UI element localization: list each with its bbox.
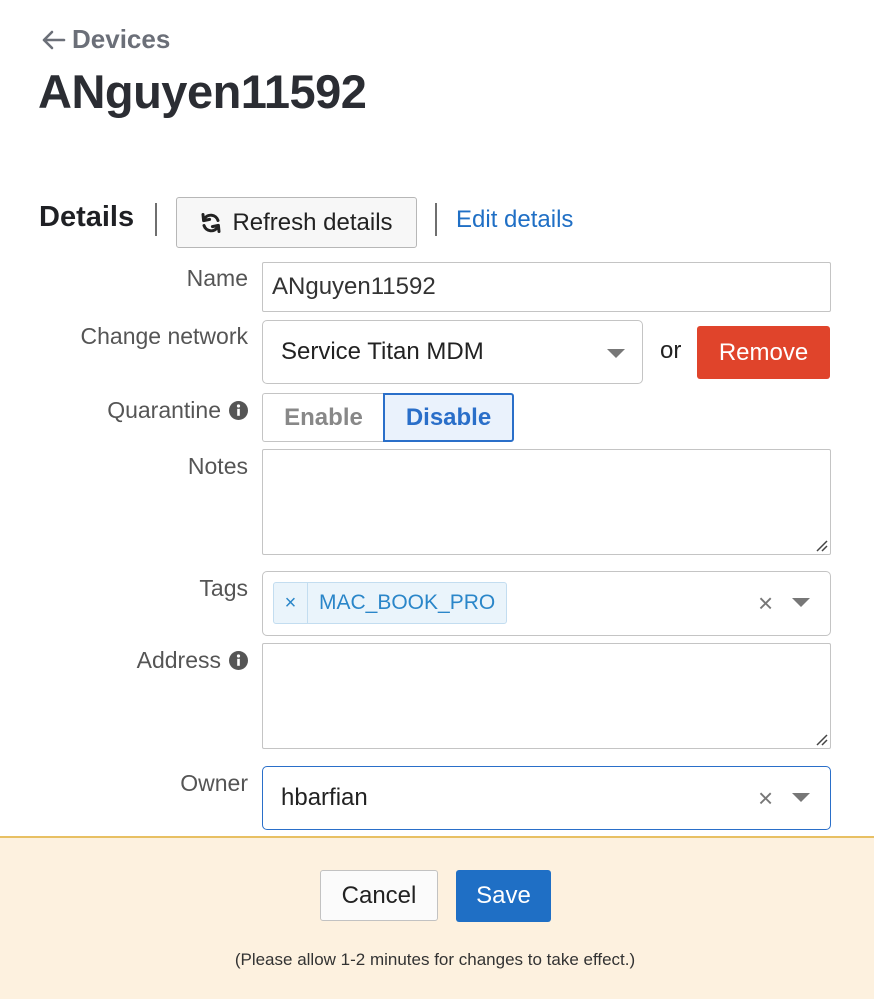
tag-remove-icon[interactable]: × [274, 583, 308, 623]
owner-label: Owner [180, 770, 248, 797]
quarantine-label-text: Quarantine [107, 397, 221, 423]
caret-down-icon[interactable] [792, 598, 810, 607]
remove-network-button[interactable]: Remove [697, 326, 830, 379]
address-label: Address [137, 647, 248, 674]
tag-chip: × MAC_BOOK_PRO [273, 582, 508, 624]
refresh-details-label: Refresh details [232, 208, 393, 236]
name-label: Name [187, 265, 248, 292]
network-select-value: Service Titan MDM [281, 338, 484, 365]
details-section-title: Details [39, 201, 135, 233]
owner-select[interactable]: hbarfian × [262, 766, 831, 830]
form-footer: Cancel Save (Please allow 1-2 minutes fo… [0, 836, 874, 999]
edit-details-link[interactable]: Edit details [456, 206, 573, 234]
quarantine-enable-button[interactable]: Enable [262, 393, 384, 442]
caret-down-icon[interactable] [792, 793, 810, 802]
page-title: ANguyen11592 [38, 65, 367, 118]
resize-grip-icon[interactable] [814, 732, 828, 746]
refresh-icon [201, 212, 221, 233]
tags-label: Tags [199, 575, 248, 602]
owner-select-value: hbarfian [281, 784, 368, 811]
name-label-text: Name [186, 265, 248, 291]
refresh-details-button[interactable]: Refresh details [176, 197, 417, 248]
or-text: or [660, 337, 682, 364]
network-select[interactable]: Service Titan MDM [262, 320, 643, 384]
quarantine-disable-button[interactable]: Disable [383, 393, 514, 442]
arrow-left-icon [42, 30, 66, 49]
owner-label-text: Owner [180, 770, 248, 796]
notes-textarea[interactable] [262, 449, 831, 555]
clear-owner-icon[interactable]: × [758, 785, 773, 811]
notes-label: Notes [188, 453, 248, 480]
divider [435, 203, 437, 236]
cancel-button[interactable]: Cancel [320, 870, 438, 921]
divider [155, 203, 157, 236]
back-to-devices-link[interactable]: Devices [40, 24, 170, 55]
notes-label-text: Notes [187, 453, 248, 479]
tag-label: MAC_BOOK_PRO [319, 591, 496, 614]
info-icon [229, 401, 248, 420]
tags-label-text: Tags [199, 575, 248, 601]
footer-note: (Please allow 1-2 minutes for changes to… [234, 950, 636, 969]
resize-grip-icon[interactable] [814, 538, 828, 552]
quarantine-label: Quarantine [107, 397, 248, 424]
tags-select[interactable]: × MAC_BOOK_PRO × [262, 571, 831, 636]
info-icon [229, 651, 248, 670]
address-label-text: Address [136, 647, 221, 673]
back-link-label: Devices [72, 24, 171, 54]
clear-tags-icon[interactable]: × [758, 590, 773, 616]
save-button[interactable]: Save [456, 870, 551, 922]
name-input[interactable] [262, 262, 831, 312]
caret-down-icon [607, 349, 625, 358]
change-network-label-text: Change network [80, 323, 249, 349]
address-textarea[interactable] [262, 643, 831, 749]
change-network-label: Change network [81, 323, 249, 350]
